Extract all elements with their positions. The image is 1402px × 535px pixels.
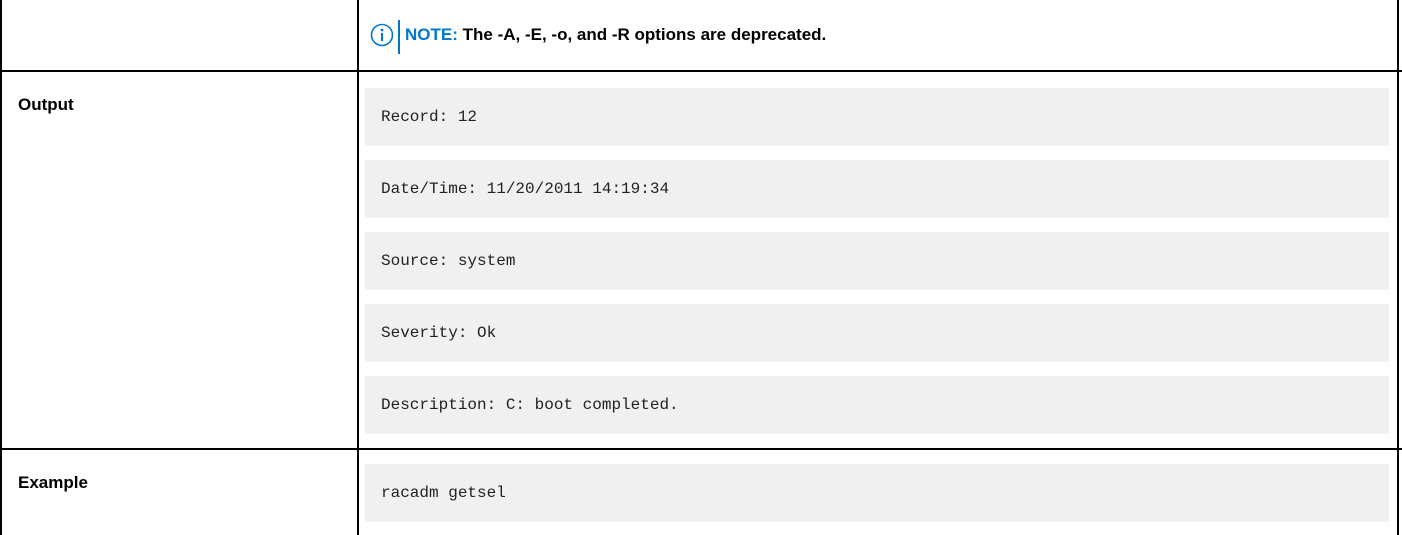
note-label: NOTE:: [405, 25, 458, 44]
deprecation-note: NOTE: The -A, -E, -o, and -R options are…: [370, 20, 826, 58]
output-line-datetime: Date/Time: 11/20/2011 14:19:34: [365, 160, 1389, 218]
note-message: The -A, -E, -o, and -R options are depre…: [462, 25, 827, 44]
row-divider-output-example: [0, 448, 1402, 450]
output-label: Output: [18, 95, 74, 114]
output-line-record: Record: 12: [365, 88, 1389, 146]
table-left-border: [0, 0, 2, 535]
note-text-line: NOTE: The -A, -E, -o, and -R options are…: [405, 20, 826, 50]
table-column-divider: [357, 0, 359, 535]
output-line-source: Source: system: [365, 232, 1389, 290]
example-code: racadm getsel: [365, 464, 1389, 522]
note-divider: [398, 20, 400, 54]
output-line-severity: Severity: Ok: [365, 304, 1389, 362]
table-right-border: [1397, 0, 1399, 535]
output-line-description: Description: C: boot completed.: [365, 376, 1389, 434]
example-label: Example: [18, 473, 88, 492]
info-icon: [370, 23, 394, 47]
row-divider-note-output: [0, 70, 1402, 72]
